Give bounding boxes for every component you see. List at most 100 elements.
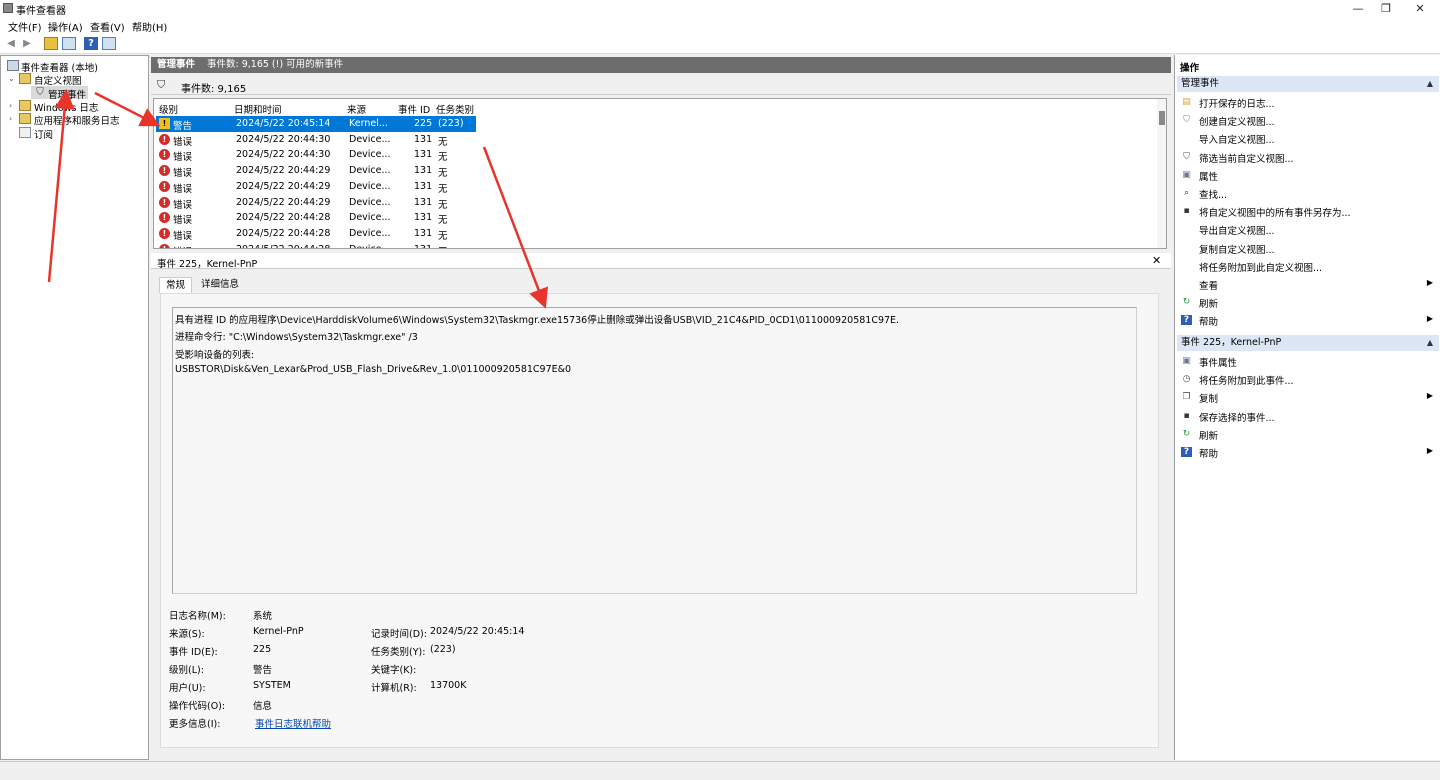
cell-id: 131 xyxy=(414,196,433,208)
cell-task: 无 xyxy=(438,152,448,164)
tree-root[interactable]: 事件查看器 (本地) xyxy=(21,60,98,74)
column-task[interactable]: 任务类别 xyxy=(436,102,474,116)
show-action-pane-icon[interactable] xyxy=(102,37,116,50)
table-row[interactable]: !错误 2024/5/22 20:44:28 Device... 131 无 xyxy=(156,242,476,248)
description-line: USBSTOR\Disk&Ven_Lexar&Prod_USB_Flash_Dr… xyxy=(175,364,572,375)
action-item[interactable]: ↻ 刷新 xyxy=(1177,293,1439,311)
action-item[interactable]: ▪ 保存选择的事件... xyxy=(1177,407,1439,425)
cell-datetime: 2024/5/22 20:44:28 xyxy=(236,227,331,239)
cell-source: Device... xyxy=(349,165,391,177)
chevron-up-icon[interactable]: ▲ xyxy=(1427,335,1433,351)
action-item[interactable]: ⛉ 筛选当前自定义视图... xyxy=(1177,148,1439,166)
menu-help[interactable]: 帮助(H) xyxy=(132,19,167,34)
action-label: 复制 xyxy=(1199,394,1219,406)
online-help-link[interactable]: 事件日志联机帮助 xyxy=(255,716,331,730)
recorded-label: 记录时间(D): xyxy=(371,629,427,640)
column-datetime[interactable]: 日期和时间 xyxy=(234,102,282,116)
forward-icon[interactable]: ▶ xyxy=(20,37,34,50)
attach-task-icon: ◷ xyxy=(1182,374,1191,385)
description-line: 受影响设备的列表: xyxy=(175,350,255,361)
section-admin-events[interactable]: 管理事件 ▲ xyxy=(1177,76,1439,92)
action-item[interactable]: ⛉ 创建自定义视图... xyxy=(1177,111,1439,129)
chevron-right-icon[interactable]: › xyxy=(9,101,12,110)
opcode-value: 信息 xyxy=(253,701,273,712)
folder-up-icon[interactable] xyxy=(44,37,58,50)
cell-level: 错误 xyxy=(173,244,192,248)
filter-icon: ⛉ xyxy=(36,87,44,98)
table-row[interactable]: ! 警告 2024/5/22 20:45:14 Kernel... 225 (223) xyxy=(156,116,476,132)
table-scrollbar[interactable] xyxy=(1157,99,1166,248)
center-header-title: 管理事件 xyxy=(157,59,196,70)
action-item[interactable]: 复制自定义视图... xyxy=(1177,239,1439,257)
event-description[interactable]: 具有进程 ID 的应用程序\Device\HarddiskVolume6\Win… xyxy=(172,307,1137,594)
menu-action[interactable]: 操作(A) xyxy=(48,19,83,34)
action-item[interactable]: ▣ 事件属性 xyxy=(1177,352,1439,370)
action-item[interactable]: ⌕ 查找... xyxy=(1177,184,1439,202)
action-item[interactable]: 导入自定义视图... xyxy=(1177,129,1439,147)
action-label: 事件属性 xyxy=(1199,358,1238,369)
tab-details[interactable]: 详细信息 xyxy=(195,277,245,293)
table-row[interactable]: ! 错误 2024/5/22 20:44:30 Device... 131 无 xyxy=(156,132,476,148)
error-icon: ! xyxy=(159,243,170,248)
event-id-value: 225 xyxy=(253,644,272,655)
action-item[interactable]: ▪ 将自定义视图中的所有事件另存为... xyxy=(1177,202,1439,220)
table-row[interactable]: ! 错误 2024/5/22 20:44:29 Device... 131 无 xyxy=(156,179,476,195)
tab-general[interactable]: 常规 xyxy=(159,277,193,293)
tree-app-service-logs[interactable]: 应用程序和服务日志 xyxy=(34,113,120,127)
table-row[interactable]: ! 错误 2024/5/22 20:44:30 Device... 131 无 xyxy=(156,147,476,163)
level-value: 警告 xyxy=(253,665,273,676)
title-bar: 事件查看器 — ❐ ✕ xyxy=(0,0,1440,17)
tree-admin-events[interactable]: 管理事件 xyxy=(48,87,86,101)
more-info-label: 更多信息(I): xyxy=(169,719,221,730)
section-event[interactable]: 事件 225，Kernel-PnP ▲ xyxy=(1177,335,1439,351)
scrollbar-thumb[interactable] xyxy=(1159,111,1165,125)
tree-windows-logs[interactable]: Windows 日志 xyxy=(34,100,98,114)
detail-close-icon[interactable]: ✕ xyxy=(1152,254,1161,267)
action-item[interactable]: ? 帮助 ▶ xyxy=(1177,311,1439,329)
chevron-right-icon[interactable]: › xyxy=(9,114,12,123)
task-label: 任务类别(Y): xyxy=(371,647,426,658)
action-item[interactable]: 查看 ▶ xyxy=(1177,275,1439,293)
close-button[interactable]: ✕ xyxy=(1400,0,1440,17)
opcode-label: 操作代码(O): xyxy=(169,701,226,712)
action-item[interactable]: 将任务附加到此自定义视图... xyxy=(1177,257,1439,275)
column-event-id[interactable]: 事件 ID xyxy=(398,102,430,116)
back-icon[interactable]: ◀ xyxy=(4,37,18,50)
action-item[interactable]: 导出自定义视图... xyxy=(1177,220,1439,238)
copy-icon xyxy=(1181,243,1192,253)
tree-subscriptions[interactable]: 订阅 xyxy=(34,127,53,141)
table-row[interactable]: ! 错误 2024/5/22 20:44:29 Device... 131 无 xyxy=(156,195,476,211)
table-row[interactable]: !错误 2024/5/22 20:44:28 Device... 131 无 xyxy=(156,210,476,226)
action-item[interactable]: ↻ 刷新 xyxy=(1177,425,1439,443)
source-value: Kernel-PnP xyxy=(253,626,304,637)
source-label: 来源(S): xyxy=(169,629,205,640)
help-icon[interactable]: ? xyxy=(84,37,98,50)
table-row[interactable]: !错误 2024/5/22 20:44:28 Device... 131 无 xyxy=(156,226,476,242)
action-item[interactable]: ❐ 复制 ▶ xyxy=(1177,388,1439,406)
cell-id: 131 xyxy=(414,212,433,224)
tree-custom-views[interactable]: 自定义视图 xyxy=(34,73,82,87)
action-item[interactable]: ? 帮助 ▶ xyxy=(1177,443,1439,461)
menu-file[interactable]: 文件(F) xyxy=(8,19,42,34)
submenu-arrow-icon: ▶ xyxy=(1426,278,1433,287)
action-item[interactable]: ▤ 打开保存的日志... xyxy=(1177,93,1439,111)
center-header: 管理事件 事件数: 9,165 (!) 可用的新事件 xyxy=(151,57,1171,73)
column-source[interactable]: 来源 xyxy=(347,102,366,116)
warning-icon: ! xyxy=(159,118,170,129)
cell-task: 无 xyxy=(438,230,448,242)
menu-view[interactable]: 查看(V) xyxy=(90,19,125,34)
action-item[interactable]: ◷ 将任务附加到此事件... xyxy=(1177,370,1439,388)
keywords-label: 关键字(K): xyxy=(371,665,417,676)
cell-id: 131 xyxy=(414,244,432,248)
column-level[interactable]: 级别 xyxy=(159,102,178,116)
computer-value: 13700K xyxy=(430,680,467,691)
chevron-down-icon[interactable]: ⌄ xyxy=(8,74,15,83)
show-hide-tree-icon[interactable] xyxy=(62,37,76,50)
folder-icon xyxy=(19,100,31,111)
table-row[interactable]: ! 错误 2024/5/22 20:44:29 Device... 131 无 xyxy=(156,163,476,179)
action-item[interactable]: ▣ 属性 xyxy=(1177,166,1439,184)
cell-level: 错误 xyxy=(173,199,193,211)
toolbar: ◀ ▶ ? xyxy=(0,34,1440,54)
event-viewer-icon xyxy=(7,60,19,71)
chevron-up-icon[interactable]: ▲ xyxy=(1427,76,1433,92)
